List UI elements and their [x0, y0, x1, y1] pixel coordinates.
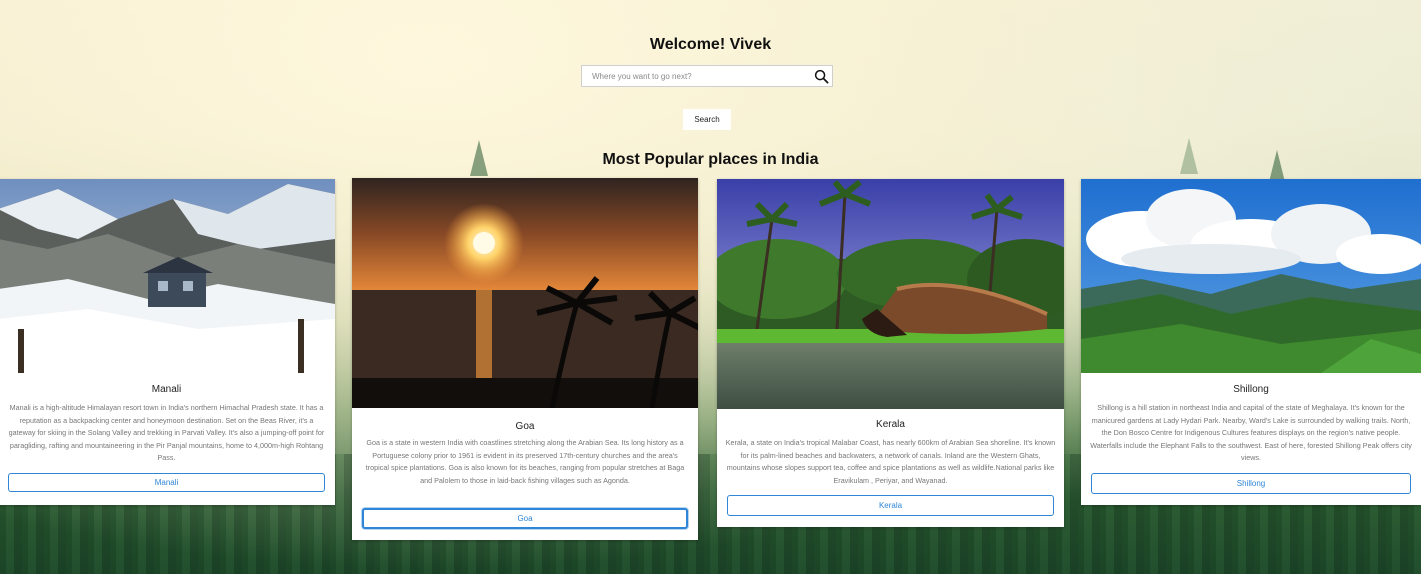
welcome-heading: Welcome! Vivek	[649, 36, 772, 53]
place-card-shillong: Shillong Shillong is a hill station in n…	[1081, 179, 1421, 505]
search-button[interactable]: Search	[683, 109, 731, 130]
place-description: Manali is a high-altitude Himalayan reso…	[8, 403, 325, 462]
section-title: Most Popular places in India	[602, 151, 819, 168]
search-bar	[581, 65, 833, 87]
place-description: Shillong is a hill station in northeast …	[1090, 403, 1412, 462]
kerala-image	[717, 179, 1064, 409]
place-card-kerala: Kerala Kerala, a state on India's tropic…	[717, 179, 1064, 527]
goa-image	[352, 178, 698, 408]
place-title: Manali	[151, 384, 182, 395]
search-icon[interactable]	[814, 69, 829, 84]
kerala-button[interactable]: Kerala	[727, 495, 1054, 516]
place-description: Goa is a state in western India with coa…	[365, 438, 685, 485]
place-card-manali: Manali Manali is a high-altitude Himalay…	[0, 179, 335, 505]
place-title: Shillong	[1233, 384, 1269, 395]
shillong-button[interactable]: Shillong	[1091, 473, 1411, 494]
manali-button[interactable]: Manali	[8, 473, 325, 492]
goa-button[interactable]: Goa	[362, 508, 688, 529]
search-input[interactable]	[582, 66, 817, 86]
manali-image	[0, 179, 335, 373]
shillong-image	[1081, 179, 1421, 373]
place-description: Kerala, a state on India's tropical Mala…	[725, 438, 1056, 485]
place-title: Goa	[515, 421, 535, 432]
place-card-goa: Goa Goa is a state in western India with…	[352, 178, 698, 540]
place-title: Kerala	[876, 419, 905, 430]
